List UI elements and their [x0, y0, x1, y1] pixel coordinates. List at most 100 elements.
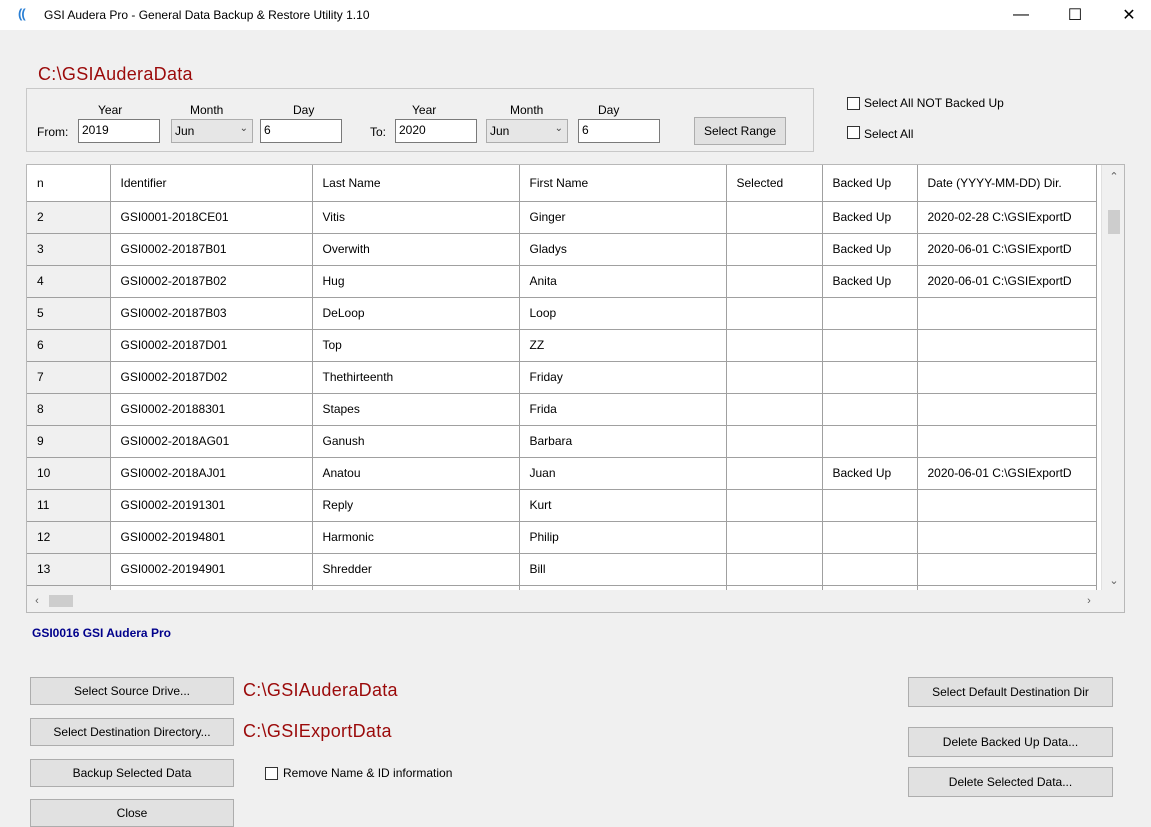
cell-identifier[interactable]: GSI0002-20187B01 — [110, 233, 313, 266]
select-all-not-backed-up-checkbox[interactable] — [847, 97, 860, 110]
table-row[interactable]: 10 GSI0002-2018AJ01 Anatou Juan Backed U… — [27, 457, 1097, 490]
cell-selected[interactable] — [726, 393, 823, 426]
cell-identifier[interactable]: GSI0002-20194901 — [110, 553, 313, 586]
table-row[interactable]: 6 GSI0002-20187D01 Top ZZ — [27, 329, 1097, 362]
delete-selected-data-button[interactable]: Delete Selected Data... — [908, 767, 1113, 797]
cell-backed-up[interactable]: Backed Up — [822, 233, 918, 266]
cell-selected[interactable] — [726, 329, 823, 362]
cell-n[interactable]: 2 — [27, 201, 111, 234]
table-row[interactable]: 7 GSI0002-20187D02 Thethirteenth Friday — [27, 361, 1097, 394]
cell-n[interactable]: 8 — [27, 393, 111, 426]
records-grid[interactable]: n Identifier Last Name First Name Select… — [26, 164, 1125, 613]
select-destination-directory-button[interactable]: Select Destination Directory... — [30, 718, 234, 746]
table-row[interactable]: 8 GSI0002-20188301 Stapes Frida — [27, 393, 1097, 426]
cell-last-name[interactable]: Thethirteenth — [312, 361, 520, 394]
cell-date-dir[interactable] — [917, 553, 1097, 586]
column-header-last-name[interactable]: Last Name — [312, 165, 520, 202]
cell-last-name[interactable]: DeLoop — [312, 297, 520, 330]
cell-backed-up[interactable]: Backed Up — [822, 201, 918, 234]
column-header-identifier[interactable]: Identifier — [110, 165, 313, 202]
cell-first-name[interactable]: Gladys — [519, 233, 727, 266]
cell-first-name[interactable]: Ginger — [519, 201, 727, 234]
cell-identifier[interactable]: GSI0002-20194801 — [110, 521, 313, 554]
scroll-right-icon[interactable]: › — [1081, 592, 1097, 610]
cell-last-name[interactable]: Anatou — [312, 457, 520, 490]
column-header-first-name[interactable]: First Name — [519, 165, 727, 202]
table-row[interactable]: 11 GSI0002-20191301 Reply Kurt — [27, 489, 1097, 522]
cell-first-name[interactable]: Friday — [519, 361, 727, 394]
minimize-button[interactable]: — — [998, 0, 1044, 30]
cell-date-dir[interactable]: 2020-02-28 C:\GSIExportD — [917, 201, 1097, 234]
table-row[interactable]: 2 GSI0001-2018CE01 Vitis Ginger Backed U… — [27, 201, 1097, 234]
vertical-scroll-thumb[interactable] — [1108, 210, 1120, 234]
from-year-field[interactable]: 2019 — [78, 119, 160, 143]
cell-date-dir[interactable] — [917, 521, 1097, 554]
delete-backed-up-data-button[interactable]: Delete Backed Up Data... — [908, 727, 1113, 757]
cell-selected[interactable] — [726, 361, 823, 394]
select-all-label[interactable]: Select All — [864, 127, 913, 141]
column-header-selected[interactable]: Selected — [726, 165, 823, 202]
cell-date-dir[interactable]: 2020-06-01 C:\GSIExportD — [917, 457, 1097, 490]
cell-first-name[interactable]: Loop — [519, 297, 727, 330]
table-row[interactable]: 3 GSI0002-20187B01 Overwith Gladys Backe… — [27, 233, 1097, 266]
cell-backed-up[interactable] — [822, 521, 918, 554]
table-row[interactable]: 5 GSI0002-20187B03 DeLoop Loop — [27, 297, 1097, 330]
cell-identifier[interactable]: GSI0002-2018AG01 — [110, 425, 313, 458]
cell-selected[interactable] — [726, 553, 823, 586]
column-header-backed-up[interactable]: Backed Up — [822, 165, 918, 202]
cell-identifier[interactable]: GSI0002-20187B02 — [110, 265, 313, 298]
cell-first-name[interactable]: Barbara — [519, 425, 727, 458]
cell-date-dir[interactable] — [917, 297, 1097, 330]
cell-n[interactable]: 5 — [27, 297, 111, 330]
cell-backed-up[interactable] — [822, 425, 918, 458]
cell-n[interactable]: 13 — [27, 553, 111, 586]
cell-first-name[interactable]: Juan — [519, 457, 727, 490]
select-all-not-backed-up-label[interactable]: Select All NOT Backed Up — [864, 96, 1004, 110]
cell-identifier[interactable]: GSI0002-20187B03 — [110, 297, 313, 330]
close-window-button[interactable]: ✕ — [1106, 0, 1151, 30]
table-row[interactable]: 9 GSI0002-2018AG01 Ganush Barbara — [27, 425, 1097, 458]
cell-n[interactable]: 3 — [27, 233, 111, 266]
cell-selected[interactable] — [726, 457, 823, 490]
close-button[interactable]: Close — [30, 799, 234, 827]
cell-backed-up[interactable] — [822, 297, 918, 330]
to-year-field[interactable]: 2020 — [395, 119, 477, 143]
cell-backed-up[interactable] — [822, 361, 918, 394]
column-header-date-dir[interactable]: Date (YYYY-MM-DD) Dir. — [917, 165, 1097, 202]
cell-last-name[interactable]: Top — [312, 329, 520, 362]
vertical-scrollbar[interactable]: ⌃ ⌄ — [1101, 165, 1124, 591]
cell-identifier[interactable]: GSI0001-2018CE01 — [110, 201, 313, 234]
table-row[interactable]: 4 GSI0002-20187B02 Hug Anita Backed Up 2… — [27, 265, 1097, 298]
cell-first-name[interactable]: Kurt — [519, 489, 727, 522]
cell-first-name[interactable]: Frida — [519, 393, 727, 426]
select-default-destination-button[interactable]: Select Default Destination Dir — [908, 677, 1113, 707]
select-source-drive-button[interactable]: Select Source Drive... — [30, 677, 234, 705]
cell-selected[interactable] — [726, 297, 823, 330]
cell-identifier[interactable]: GSI0002-20191301 — [110, 489, 313, 522]
remove-name-id-checkbox[interactable] — [265, 767, 278, 780]
horizontal-scrollbar[interactable]: ‹ › — [27, 590, 1102, 612]
table-row[interactable]: 12 GSI0002-20194801 Harmonic Philip — [27, 521, 1097, 554]
cell-backed-up[interactable] — [822, 553, 918, 586]
cell-first-name[interactable]: Philip — [519, 521, 727, 554]
cell-n[interactable]: 9 — [27, 425, 111, 458]
cell-date-dir[interactable] — [917, 393, 1097, 426]
remove-name-id-label[interactable]: Remove Name & ID information — [283, 766, 452, 780]
to-day-field[interactable]: 6 — [578, 119, 660, 143]
select-range-button[interactable]: Select Range — [694, 117, 786, 145]
cell-date-dir[interactable]: 2020-06-01 C:\GSIExportD — [917, 233, 1097, 266]
cell-selected[interactable] — [726, 489, 823, 522]
cell-selected[interactable] — [726, 425, 823, 458]
select-all-checkbox[interactable] — [847, 126, 860, 139]
cell-backed-up[interactable]: Backed Up — [822, 265, 918, 298]
maximize-button[interactable]: ☐ — [1052, 0, 1098, 30]
cell-n[interactable]: 6 — [27, 329, 111, 362]
cell-last-name[interactable]: Shredder — [312, 553, 520, 586]
cell-first-name[interactable]: Anita — [519, 265, 727, 298]
cell-first-name[interactable]: ZZ — [519, 329, 727, 362]
cell-n[interactable]: 12 — [27, 521, 111, 554]
cell-backed-up[interactable]: Backed Up — [822, 457, 918, 490]
cell-identifier[interactable]: GSI0002-20187D01 — [110, 329, 313, 362]
horizontal-scroll-thumb[interactable] — [49, 595, 73, 607]
cell-last-name[interactable]: Harmonic — [312, 521, 520, 554]
